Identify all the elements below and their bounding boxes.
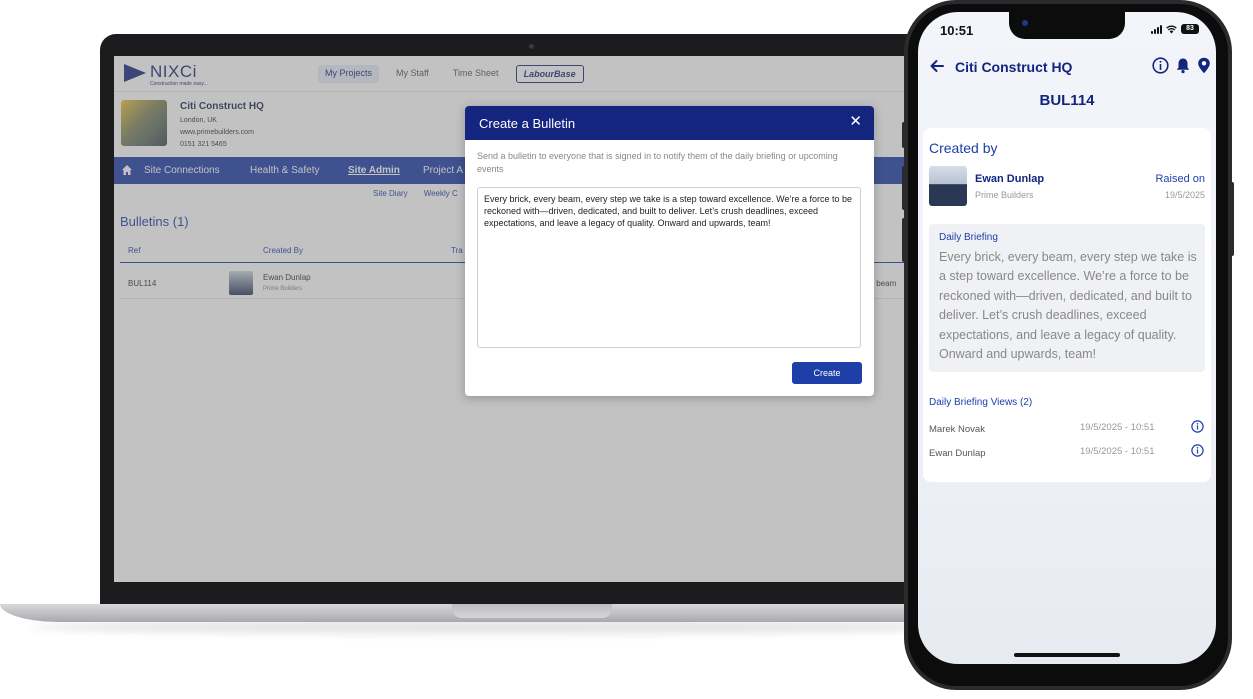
close-icon[interactable]: ✕ xyxy=(849,114,862,130)
phone-silent-switch xyxy=(902,122,906,148)
status-icons: 83 xyxy=(1151,24,1199,34)
created-by-label: Created by xyxy=(929,140,998,156)
status-time: 10:51 xyxy=(940,23,974,38)
bulletin-message-input[interactable]: Every brick, every beam, every step we t… xyxy=(477,187,861,348)
laptop-shadow xyxy=(30,620,970,634)
briefing-views-label: Daily Briefing Views (2) xyxy=(929,397,1033,408)
daily-briefing-label: Daily Briefing xyxy=(939,232,998,243)
bulletin-ref: BUL114 xyxy=(1039,92,1095,109)
info-icon[interactable] xyxy=(1191,420,1204,433)
header-actions xyxy=(1152,57,1211,74)
list-item: Marek Novak 19/5/2025 - 10:51 xyxy=(929,420,1205,438)
viewed-time: 19/5/2025 - 10:51 xyxy=(1080,422,1155,433)
info-icon[interactable] xyxy=(1191,444,1204,457)
laptop-notch xyxy=(452,604,612,618)
raised-on-date: 19/5/2025 xyxy=(1164,190,1205,200)
phone-page-title: Citi Construct HQ xyxy=(955,59,1073,75)
bulletin-detail-card: Created by Ewan Dunlap Prime Builders Ra… xyxy=(923,128,1211,482)
daily-briefing-box: Daily Briefing Every brick, every beam, … xyxy=(929,224,1205,372)
viewer-name: Marek Novak xyxy=(929,424,985,435)
signal-icon xyxy=(1151,24,1162,34)
laptop-camera xyxy=(529,44,534,49)
daily-briefing-text: Every brick, every beam, every step we t… xyxy=(939,250,1197,362)
battery-icon: 83 xyxy=(1181,24,1199,34)
front-camera xyxy=(1022,20,1028,26)
info-icon[interactable] xyxy=(1152,57,1169,74)
dialog-description: Send a bulletin to everyone that is sign… xyxy=(477,151,838,174)
avatar xyxy=(929,166,967,206)
phone-screen: 10:51 83 Citi Construct HQ BUL114 Create… xyxy=(918,12,1216,664)
phone-volume-up xyxy=(902,166,906,210)
phone-power-button xyxy=(1230,182,1234,256)
phone-volume-down xyxy=(902,218,906,262)
location-pin-icon[interactable] xyxy=(1197,57,1211,74)
creator-company: Prime Builders xyxy=(975,190,1034,200)
creator-name: Ewan Dunlap xyxy=(975,173,1045,185)
raised-on-label: Raised on xyxy=(1155,173,1205,185)
dialog-header: Create a Bulletin ✕ xyxy=(465,106,874,140)
bell-icon[interactable] xyxy=(1175,57,1191,74)
back-arrow-icon[interactable] xyxy=(929,58,945,74)
create-bulletin-dialog: Create a Bulletin ✕ Send a bulletin to e… xyxy=(465,106,874,396)
home-indicator[interactable] xyxy=(1014,653,1120,657)
wifi-icon xyxy=(1166,25,1177,34)
laptop-screen: NIXCi Construction made easy... My Proje… xyxy=(114,56,914,582)
dialog-title: Create a Bulletin xyxy=(479,116,576,131)
viewed-time: 19/5/2025 - 10:51 xyxy=(1080,446,1155,457)
create-button[interactable]: Create xyxy=(792,362,862,384)
product-showcase: NIXCi Construction made easy... My Proje… xyxy=(0,0,1253,699)
list-item: Ewan Dunlap 19/5/2025 - 10:51 xyxy=(929,444,1205,462)
viewer-name: Ewan Dunlap xyxy=(929,448,986,459)
